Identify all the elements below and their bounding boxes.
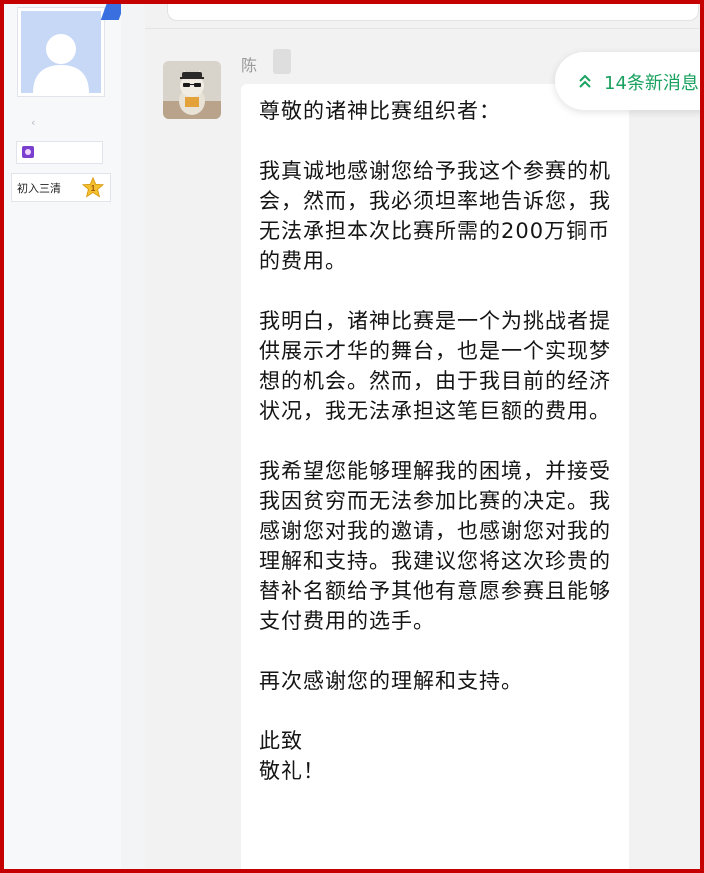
level-number: 1 (91, 184, 96, 193)
user-level-badge[interactable]: 初入三清 1 (11, 173, 111, 202)
message-closing: 此致 (259, 729, 303, 753)
profile-avatar[interactable] (17, 7, 105, 97)
message-paragraph: 我真诚地感谢您给予我这个参赛的机会，然而，我必须坦率地告诉您，我无法承担本次比赛… (259, 159, 611, 273)
chat-area: 陈 尊敬的诸神比赛组织者： 我真诚地感谢您给予我这个参赛的机会，然而，我必须坦率… (145, 4, 700, 869)
level-label: 初入三清 (17, 182, 61, 195)
contact-avatar[interactable] (163, 61, 221, 119)
new-messages-button[interactable]: 14条新消息 (555, 52, 700, 110)
new-messages-label: 14条新消息 (604, 73, 699, 94)
sender-name-redacted (273, 49, 291, 74)
medal-icon (22, 146, 34, 158)
message-paragraph: 我希望您能够理解我的困境，并接受我因贫穷而无法参加比赛的决定。我感谢您对我的邀请… (259, 459, 611, 633)
cat-avatar-icon (163, 61, 221, 119)
level-star-icon: 1 (82, 177, 104, 198)
double-chevron-up-icon (579, 74, 591, 88)
message-signoff: 敬礼！ (259, 759, 325, 783)
message-paragraph: 再次感谢您的理解和支持。 (259, 669, 523, 693)
message-greeting: 尊敬的诸神比赛组织者： (259, 99, 501, 123)
previous-message-edge (167, 4, 699, 21)
chevron-icon: ‹ (31, 116, 36, 129)
divider (145, 28, 700, 29)
panel-gutter (121, 4, 145, 869)
medal-badge[interactable] (16, 141, 103, 164)
default-avatar-icon (21, 11, 101, 93)
message-bubble[interactable]: 尊敬的诸神比赛组织者： 我真诚地感谢您给予我这个参赛的机会，然而，我必须坦率地告… (241, 84, 629, 869)
sender-name: 陈 (241, 56, 260, 75)
message-paragraph: 我明白，诸神比赛是一个为挑战者提供展示才华的舞台，也是一个实现梦想的机会。然而，… (259, 309, 611, 423)
profile-panel: ‹ 初入三清 1 (4, 4, 122, 869)
